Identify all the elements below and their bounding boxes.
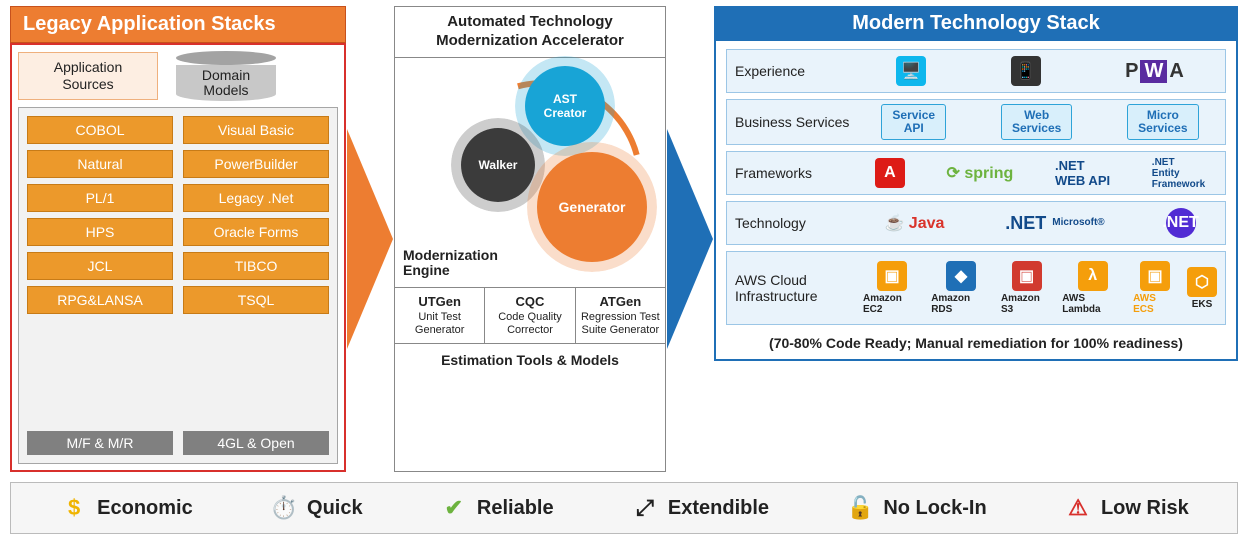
engine-label: Modernization Engine	[403, 248, 498, 279]
experience-pwa-icon: PWA	[1125, 60, 1184, 83]
framework-entity-icon: .NETEntityFramework	[1152, 157, 1205, 190]
legacy-stacks-panel: Legacy Application Stacks Application So…	[10, 6, 346, 472]
arrow-right-icon	[346, 6, 394, 472]
legacy-body: Application Sources Domain Models COBOL …	[10, 43, 346, 472]
aws-s3-icon: ▣Amazon S3	[1001, 261, 1052, 315]
aws-ecs-icon: ▣AWS ECS	[1133, 261, 1177, 315]
accelerator-title: Automated Technology Modernization Accel…	[395, 7, 665, 58]
legacy-languages-grid: COBOL Natural PL/1 HPS JCL RPG&LANSA Vis…	[18, 107, 338, 464]
modern-title: Modern Technology Stack	[714, 6, 1238, 41]
benefit-extendible: ⤢Extendible	[630, 493, 769, 523]
benefits-bar: $Economic ⏱️Quick ✔Reliable ⤢Extendible …	[10, 482, 1238, 534]
expand-icon: ⤢	[630, 493, 660, 523]
framework-webapi-icon: .NETWEB API	[1055, 158, 1110, 188]
gear-walker-icon: Walker	[461, 128, 535, 202]
benefit-no-lockin: 🔓No Lock-In	[845, 493, 986, 523]
pill-service-api: Service API	[881, 104, 946, 140]
legacy-title: Legacy Application Stacks	[10, 6, 346, 43]
aws-lambda-icon: λAWS Lambda	[1062, 261, 1123, 315]
lang-chip: Oracle Forms	[183, 218, 329, 246]
dollar-icon: $	[59, 493, 89, 523]
legacy-footer-mainframe: M/F & M/R	[27, 431, 173, 455]
application-sources-box: Application Sources	[18, 52, 158, 100]
technology-java-icon: ☕ Java	[884, 213, 944, 233]
lang-chip: Visual Basic	[183, 116, 329, 144]
lang-chip: HPS	[27, 218, 173, 246]
arrow-right-icon	[666, 6, 714, 472]
accelerator-panel: Automated Technology Modernization Accel…	[394, 6, 666, 472]
layer-technology: Technology ☕ Java .NETMicrosoft® .NET	[726, 201, 1226, 245]
framework-spring-icon: ⟳ spring	[947, 163, 1014, 183]
warning-icon: ⚠	[1063, 493, 1093, 523]
pill-web-services: Web Services	[1001, 104, 1072, 140]
gear-ast-creator-icon: AST Creator	[525, 66, 605, 146]
layer-frameworks: Frameworks A ⟳ spring .NETWEB API .NETEn…	[726, 151, 1226, 195]
lang-chip: TIBCO	[183, 252, 329, 280]
modernization-engine-diagram: AST Creator Walker Generator Modernizati…	[395, 58, 665, 288]
benefit-low-risk: ⚠Low Risk	[1063, 493, 1189, 523]
aws-eks-icon: ⬡EKS	[1187, 267, 1217, 310]
lang-chip: COBOL	[27, 116, 173, 144]
tool-atgen: ATGen Regression Test Suite Generator	[576, 288, 665, 343]
aws-ec2-icon: ▣Amazon EC2	[863, 261, 921, 315]
aws-rds-icon: ◆Amazon RDS	[931, 261, 991, 315]
modern-stack-panel: Modern Technology Stack Experience 🖥️ 📱 …	[714, 6, 1238, 472]
benefit-economic: $Economic	[59, 493, 193, 523]
layer-experience: Experience 🖥️ 📱 PWA	[726, 49, 1226, 93]
legacy-col-mainframe: COBOL Natural PL/1 HPS JCL RPG&LANSA	[27, 116, 173, 423]
domain-models-cylinder: Domain Models	[176, 51, 276, 101]
legacy-col-4gl: Visual Basic PowerBuilder Legacy .Net Or…	[183, 116, 329, 423]
experience-responsive-icon: 🖥️	[896, 56, 926, 86]
tool-cqc: CQC Code Quality Corrector	[485, 288, 575, 343]
readiness-note: (70-80% Code Ready; Manual remediation f…	[726, 331, 1226, 351]
experience-mobile-icon: 📱	[1011, 56, 1041, 86]
estimation-tools-label: Estimation Tools & Models	[395, 344, 665, 376]
technology-dotnetcore-icon: .NET	[1166, 208, 1196, 238]
lang-chip: PL/1	[27, 184, 173, 212]
technology-dotnet-icon: .NETMicrosoft®	[1005, 213, 1104, 234]
stopwatch-icon: ⏱️	[269, 493, 299, 523]
framework-angular-icon: A	[875, 158, 905, 188]
checkmark-icon: ✔	[439, 493, 469, 523]
benefit-reliable: ✔Reliable	[439, 493, 554, 523]
layer-business-services: Business Services Service API Web Servic…	[726, 99, 1226, 145]
legacy-footer-4gl: 4GL & Open	[183, 431, 329, 455]
lang-chip: TSQL	[183, 286, 329, 314]
gear-generator-icon: Generator	[537, 152, 647, 262]
lang-chip: RPG&LANSA	[27, 286, 173, 314]
benefit-quick: ⏱️Quick	[269, 493, 363, 523]
layer-aws: AWS Cloud Infrastructure ▣Amazon EC2 ◆Am…	[726, 251, 1226, 325]
tool-utgen: UTGen Unit Test Generator	[395, 288, 485, 343]
lang-chip: PowerBuilder	[183, 150, 329, 178]
unlock-icon: 🔓	[845, 493, 875, 523]
lang-chip: Natural	[27, 150, 173, 178]
tools-row: UTGen Unit Test Generator CQC Code Quali…	[395, 288, 665, 344]
lang-chip: JCL	[27, 252, 173, 280]
pill-micro-services: Micro Services	[1127, 104, 1198, 140]
lang-chip: Legacy .Net	[183, 184, 329, 212]
